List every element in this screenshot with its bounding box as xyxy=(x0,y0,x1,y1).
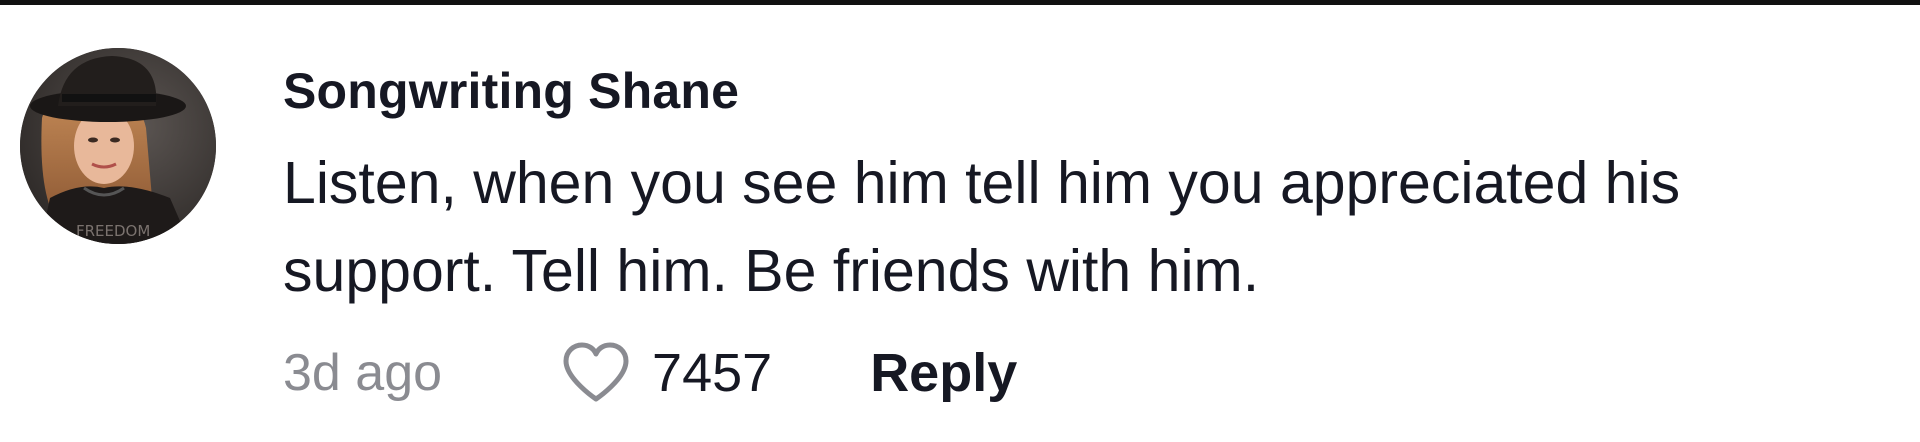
like-button[interactable]: 7457 xyxy=(560,341,772,405)
like-count: 7457 xyxy=(652,343,773,403)
comment-text: Listen, when you see him tell him you ap… xyxy=(283,150,1681,304)
username[interactable]: Songwriting Shane xyxy=(283,62,739,120)
timestamp: 3d ago xyxy=(283,344,443,402)
avatar-image: FREEDOM xyxy=(20,48,216,244)
avatar[interactable]: FREEDOM xyxy=(20,48,216,244)
comment-meta: 3d ago 7457 Reply xyxy=(283,338,1017,408)
reply-button[interactable]: Reply xyxy=(870,342,1017,404)
heart-outline-icon[interactable] xyxy=(560,341,632,405)
comment-item: FREEDOM Songwriting Shane Listen, when y… xyxy=(0,0,1920,442)
svg-text:FREEDOM: FREEDOM xyxy=(76,222,150,240)
